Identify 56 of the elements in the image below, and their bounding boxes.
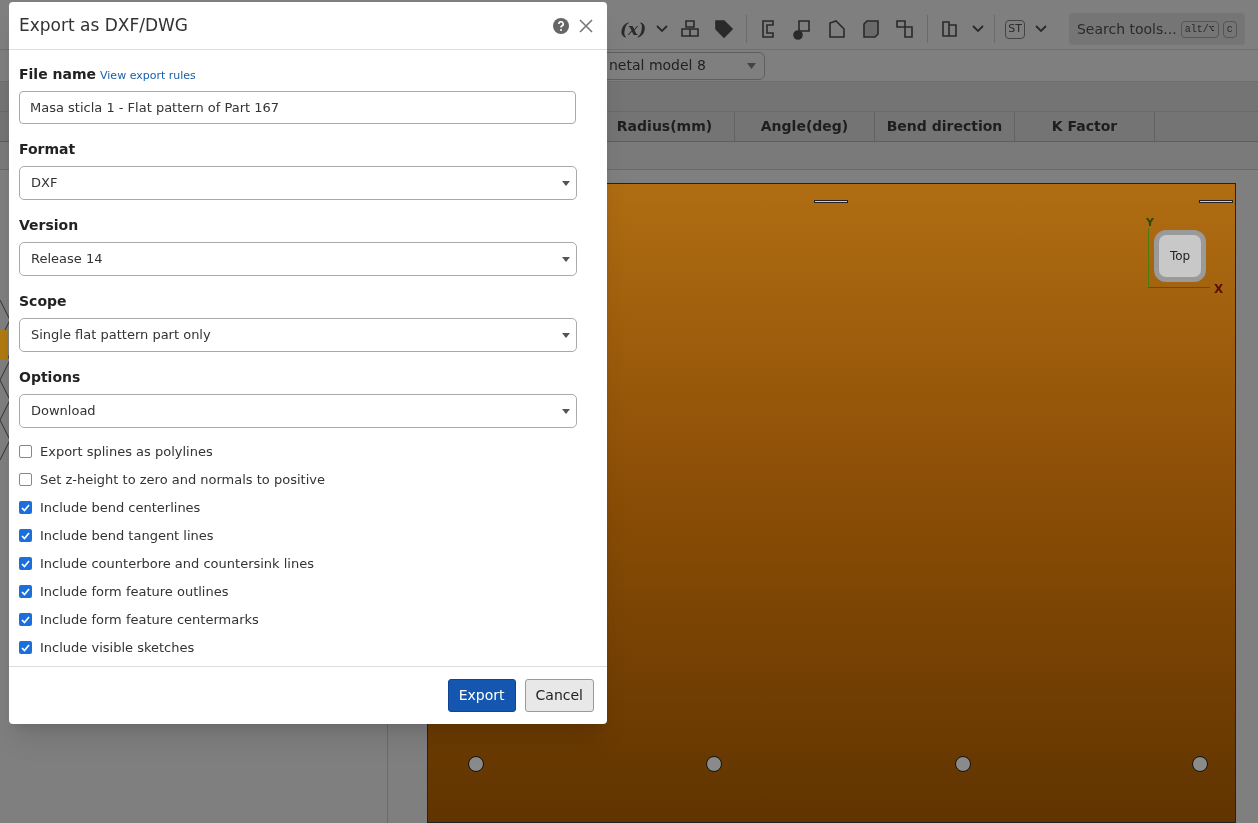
help-icon[interactable]	[553, 17, 569, 34]
checkbox[interactable]	[19, 473, 32, 486]
field-label: File name	[19, 65, 97, 84]
checkbox[interactable]	[19, 641, 32, 654]
axis-label: X	[1214, 281, 1224, 298]
field-label: Version	[19, 216, 80, 235]
column-header: Bend direction	[875, 111, 1015, 141]
caret-icon	[562, 332, 570, 338]
dropdown[interactable]: DXF	[19, 166, 577, 200]
checkbox-label: Export splines as polylines	[40, 442, 213, 461]
hole	[468, 756, 484, 772]
field-label: Format	[19, 140, 77, 159]
axis-label: Y	[1146, 215, 1154, 231]
checkbox[interactable]	[19, 613, 32, 626]
caret-icon	[562, 180, 570, 186]
close-icon[interactable]	[579, 18, 593, 33]
checkbox[interactable]	[19, 529, 32, 542]
checkbox-label: Include counterbore and countersink lines	[40, 554, 314, 573]
caret-icon	[562, 256, 570, 262]
bend-line	[1199, 200, 1233, 203]
checkbox-label: Include form feature outlines	[40, 582, 229, 601]
checkbox[interactable]	[19, 585, 32, 598]
checkbox[interactable]	[19, 557, 32, 570]
checkbox-label: Include visible sketches	[40, 638, 195, 657]
cube-face[interactable]: Top	[1154, 230, 1206, 282]
style-button[interactable]: ST	[1005, 20, 1025, 39]
checkbox-label: Include bend tangent lines	[40, 526, 214, 545]
hole	[955, 756, 971, 772]
column-header: Angle(deg)	[735, 111, 875, 141]
caret-icon	[747, 62, 756, 69]
hole	[1192, 756, 1208, 772]
checkbox[interactable]	[19, 445, 32, 458]
dropdown[interactable]: Download	[19, 394, 577, 428]
caret-icon[interactable]	[972, 25, 985, 34]
export-rules-link[interactable]: View export rules	[100, 68, 196, 85]
checkbox-label: Set z-height to zero and normals to positive	[40, 470, 325, 489]
dialog-title: Export as DXF/DWG	[19, 13, 189, 37]
export-button[interactable]: Export	[447, 679, 516, 712]
dropdown[interactable]: Single flat pattern part only	[19, 318, 577, 352]
bend-line	[814, 200, 848, 203]
file-name-field[interactable]: Masa sticla 1 - Flat pattern of Part 167	[19, 91, 576, 124]
dropdown[interactable]: Release 14	[19, 242, 577, 276]
field-label: Options	[19, 368, 82, 387]
checkbox[interactable]	[19, 501, 32, 514]
caret-icon[interactable]	[656, 25, 669, 34]
checkbox-label: Include form feature centermarks	[40, 610, 259, 629]
variable-button[interactable]: (x)	[620, 16, 647, 43]
caret-icon	[562, 408, 570, 414]
shortcut-key: alt/⌥	[1180, 20, 1219, 38]
column-header: K Factor	[1015, 111, 1155, 141]
shortcut-key: c	[1222, 20, 1237, 38]
cancel-button[interactable]: Cancel	[524, 679, 594, 712]
checkbox-label: Include bend centerlines	[40, 498, 201, 517]
caret-icon[interactable]	[1034, 25, 1047, 34]
field-label: Scope	[19, 292, 68, 311]
hole	[706, 756, 722, 772]
